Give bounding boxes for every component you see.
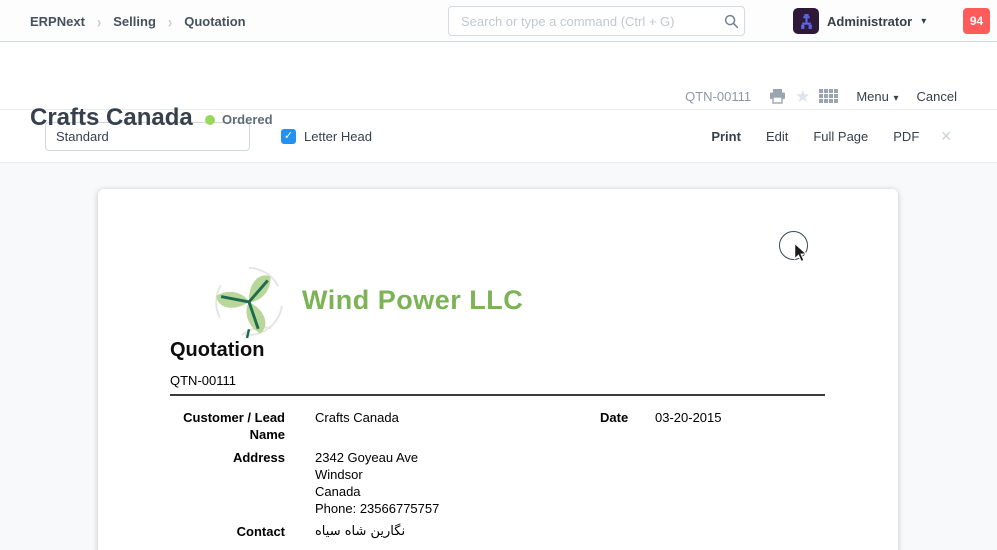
address-line: Canada xyxy=(315,483,600,500)
address-line: Phone: 23566775757 xyxy=(315,500,600,517)
pdf-button[interactable]: PDF xyxy=(893,129,919,144)
chevron-down-icon: ▾ xyxy=(894,93,899,104)
document-id: QTN-00111 xyxy=(685,89,751,104)
letterhead-checkbox-group[interactable]: ✓ Letter Head xyxy=(281,129,372,144)
status-indicator: Ordered xyxy=(205,112,273,127)
field-value: 2342 Goyeau Ave Windsor Canada Phone: 23… xyxy=(315,449,600,518)
field-customer: Customer / Lead Name Crafts Canada xyxy=(170,409,600,444)
field-label: Contact xyxy=(170,523,285,540)
address-line: Windsor xyxy=(315,466,600,483)
company-logo-icon xyxy=(210,261,288,339)
cancel-button[interactable]: Cancel xyxy=(917,89,957,104)
printer-icon[interactable] xyxy=(769,88,786,104)
field-date: Date 03-20-2015 xyxy=(600,409,826,426)
menu-button[interactable]: Menu ▾ xyxy=(856,89,898,104)
status-dot-icon xyxy=(205,115,215,125)
letterhead: Wind Power LLC xyxy=(210,261,826,339)
address-line: 2342 Goyeau Ave xyxy=(315,449,600,466)
letterhead-label: Letter Head xyxy=(304,129,372,144)
print-button[interactable]: Print xyxy=(711,129,741,144)
document-paper: Wind Power LLC Quotation QTN-00111 Custo… xyxy=(98,189,898,550)
field-address: Address 2342 Goyeau Ave Windsor Canada P… xyxy=(170,449,600,518)
top-navbar: ERPNext › Selling › Quotation Administra… xyxy=(0,0,997,42)
breadcrumb-selling[interactable]: Selling xyxy=(113,14,156,29)
global-search xyxy=(448,6,745,36)
field-label: Address xyxy=(170,449,285,518)
status-badge: Ordered xyxy=(222,112,273,127)
document-doc-id: QTN-00111 xyxy=(170,373,826,388)
divider xyxy=(170,394,825,396)
field-contact: Contact نگارین شاه سیاه xyxy=(170,523,600,540)
user-menu[interactable]: Administrator ▾ xyxy=(793,0,926,42)
chevron-right-icon: › xyxy=(168,11,172,31)
breadcrumb-quotation[interactable]: Quotation xyxy=(184,14,245,29)
search-input[interactable] xyxy=(449,14,718,29)
notification-count-badge[interactable]: 94 xyxy=(963,8,990,34)
checkbox-checked-icon[interactable]: ✓ xyxy=(281,129,296,144)
page-title: Crafts Canada xyxy=(30,104,193,132)
field-value: نگارین شاه سیاه xyxy=(315,523,600,540)
chevron-right-icon: › xyxy=(97,11,101,31)
breadcrumb: ERPNext › Selling › Quotation xyxy=(30,0,246,42)
document-fields: Customer / Lead Name Crafts Canada Addre… xyxy=(170,409,826,545)
user-name: Administrator xyxy=(827,14,912,29)
edit-button[interactable]: Edit xyxy=(766,129,788,144)
breadcrumb-erpnext[interactable]: ERPNext xyxy=(30,14,85,29)
field-label: Customer / Lead Name xyxy=(170,409,285,444)
search-icon[interactable] xyxy=(718,14,744,29)
field-value: Crafts Canada xyxy=(315,409,600,444)
avatar xyxy=(793,8,819,34)
company-name: Wind Power LLC xyxy=(302,285,523,316)
full-page-button[interactable]: Full Page xyxy=(813,129,868,144)
document-title: Quotation xyxy=(170,339,826,362)
star-icon[interactable]: ★ xyxy=(795,88,810,105)
grid-icon[interactable] xyxy=(819,89,838,103)
close-icon[interactable]: ✕ xyxy=(940,128,952,145)
field-value: 03-20-2015 xyxy=(655,409,826,426)
print-preview-area: Wind Power LLC Quotation QTN-00111 Custo… xyxy=(0,163,997,550)
field-label: Date xyxy=(600,409,655,426)
page-header: Crafts Canada Ordered QTN-00111 ★ Menu ▾… xyxy=(0,42,997,110)
chevron-down-icon: ▾ xyxy=(921,16,926,27)
